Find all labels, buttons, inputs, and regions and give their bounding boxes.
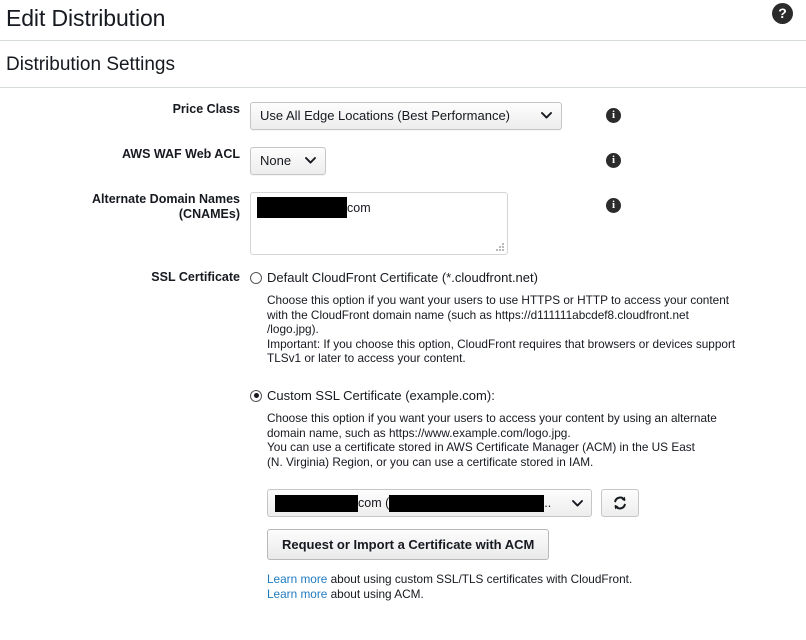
price-class-field: Use All Edge Locations (Best Performance…	[250, 102, 806, 130]
alternate-domain-names-label-line2: (CNAMEs)	[178, 207, 240, 221]
row-price-class: Price Class Use All Edge Locations (Best…	[0, 102, 806, 130]
learn-more-acm-text: about using ACM.	[327, 587, 424, 602]
distribution-settings-form: Price Class Use All Edge Locations (Best…	[0, 88, 806, 602]
redaction-bar	[257, 197, 347, 218]
ssl-option-custom-description: Choose this option if you want your user…	[250, 411, 750, 469]
redaction-bar	[389, 494, 545, 512]
waf-web-acl-info-icon[interactable]: i	[606, 153, 621, 168]
waf-web-acl-label: AWS WAF Web ACL	[121, 147, 240, 161]
certificate-picker-row: com ( ..	[250, 489, 806, 518]
radio-custom-ssl-certificate[interactable]	[250, 389, 262, 402]
ssl-option-custom-row[interactable]: Custom SSL Certificate (example.com):	[250, 388, 806, 404]
certificate-middle-text: com (	[358, 496, 390, 511]
refresh-icon	[614, 496, 626, 510]
chevron-down-glyph	[572, 500, 583, 507]
certificate-selected-value: com ( ..	[275, 494, 552, 512]
ssl-option-default-description: Choose this option if you want your user…	[250, 293, 750, 366]
section-title: Distribution Settings	[6, 54, 175, 75]
edit-distribution-page: Edit Distribution ? Distribution Setting…	[0, 0, 806, 640]
waf-web-acl-value: None	[260, 153, 292, 168]
redaction-bar	[275, 494, 358, 512]
request-import-certificate-button[interactable]: Request or Import a Certificate with ACM	[267, 529, 550, 561]
alternate-domain-names-info-icon[interactable]: i	[606, 198, 621, 213]
price-class-select[interactable]: Use All Edge Locations (Best Performance…	[250, 102, 562, 130]
chevron-down-glyph	[305, 156, 316, 164]
certificate-select[interactable]: com ( ..	[267, 489, 592, 518]
waf-web-acl-field: None i	[250, 147, 806, 175]
desc-line: Choose this option if you want your user…	[267, 293, 730, 307]
certificate-tail-text: ..	[544, 496, 552, 511]
help-links: Learn more about using custom SSL/TLS ce…	[250, 572, 806, 602]
desc-line: domain name, such as https://www.example…	[267, 425, 571, 440]
alternate-domain-names-label: Alternate Domain Names (CNAMEs)	[0, 192, 250, 222]
ssl-option-default-row[interactable]: Default CloudFront Certificate (*.cloudf…	[250, 270, 806, 286]
refresh-certificates-button[interactable]	[601, 489, 639, 518]
waf-web-acl-select[interactable]: None	[250, 147, 326, 175]
desc-line: with the CloudFront domain name (such as…	[267, 307, 689, 322]
ssl-certificate-label: SSL Certificate	[151, 270, 240, 284]
ssl-option-default: Default CloudFront Certificate (*.cloudf…	[250, 270, 806, 366]
row-alternate-domain-names: Alternate Domain Names (CNAMEs) com i	[0, 192, 806, 255]
desc-line: Choose this option if you want your user…	[267, 410, 717, 425]
desc-line: (N. Virginia) Region, or you can use a c…	[267, 454, 594, 469]
radio-custom-ssl-certificate-label: Custom SSL Certificate (example.com):	[267, 387, 495, 403]
price-class-label: Price Class	[172, 102, 240, 116]
page-title: Edit Distribution	[6, 5, 166, 31]
page-header: Edit Distribution ?	[0, 0, 806, 40]
ssl-certificate-field: Default CloudFront Certificate (*.cloudf…	[250, 270, 806, 602]
radio-default-cloudfront-certificate[interactable]	[250, 272, 262, 284]
cname-value-line: com	[257, 197, 501, 218]
desc-line: You can use a certificate stored in AWS …	[267, 440, 695, 455]
textarea-resize-handle[interactable]	[495, 242, 504, 251]
ssl-option-custom: Custom SSL Certificate (example.com): Ch…	[250, 388, 806, 602]
learn-more-acm-link[interactable]: Learn more	[267, 587, 327, 601]
help-question-icon[interactable]: ?	[772, 3, 793, 24]
price-class-value: Use All Edge Locations (Best Performance…	[260, 108, 511, 123]
help-link-row: Learn more about using custom SSL/TLS ce…	[267, 572, 806, 587]
row-ssl-certificate: SSL Certificate Default CloudFront Certi…	[0, 270, 806, 602]
learn-more-custom-ssl-link[interactable]: Learn more	[267, 572, 327, 586]
row-waf-web-acl: AWS WAF Web ACL None i	[0, 147, 806, 175]
price-class-info-icon[interactable]: i	[606, 108, 621, 123]
chevron-down-icon	[541, 111, 552, 122]
desc-line: TLSv1 or later to access your content.	[267, 351, 466, 366]
alternate-domain-names-field: com i	[250, 192, 806, 255]
alternate-domain-names-label-line1: Alternate Domain Names	[92, 192, 240, 206]
alternate-domain-names-textarea[interactable]: com	[250, 192, 508, 255]
chevron-down-icon	[305, 156, 316, 167]
chevron-down-glyph	[541, 111, 552, 119]
help-link-row: Learn more about using ACM.	[267, 587, 806, 602]
chevron-down-icon	[572, 496, 583, 510]
desc-line: /logo.jpg).	[267, 322, 319, 337]
radio-default-cloudfront-certificate-label: Default CloudFront Certificate (*.cloudf…	[267, 270, 538, 285]
desc-line: Important: If you choose this option, Cl…	[267, 336, 736, 351]
learn-more-custom-ssl-text: about using custom SSL/TLS certificates …	[327, 572, 633, 587]
cname-visible-tail: com	[347, 201, 371, 215]
